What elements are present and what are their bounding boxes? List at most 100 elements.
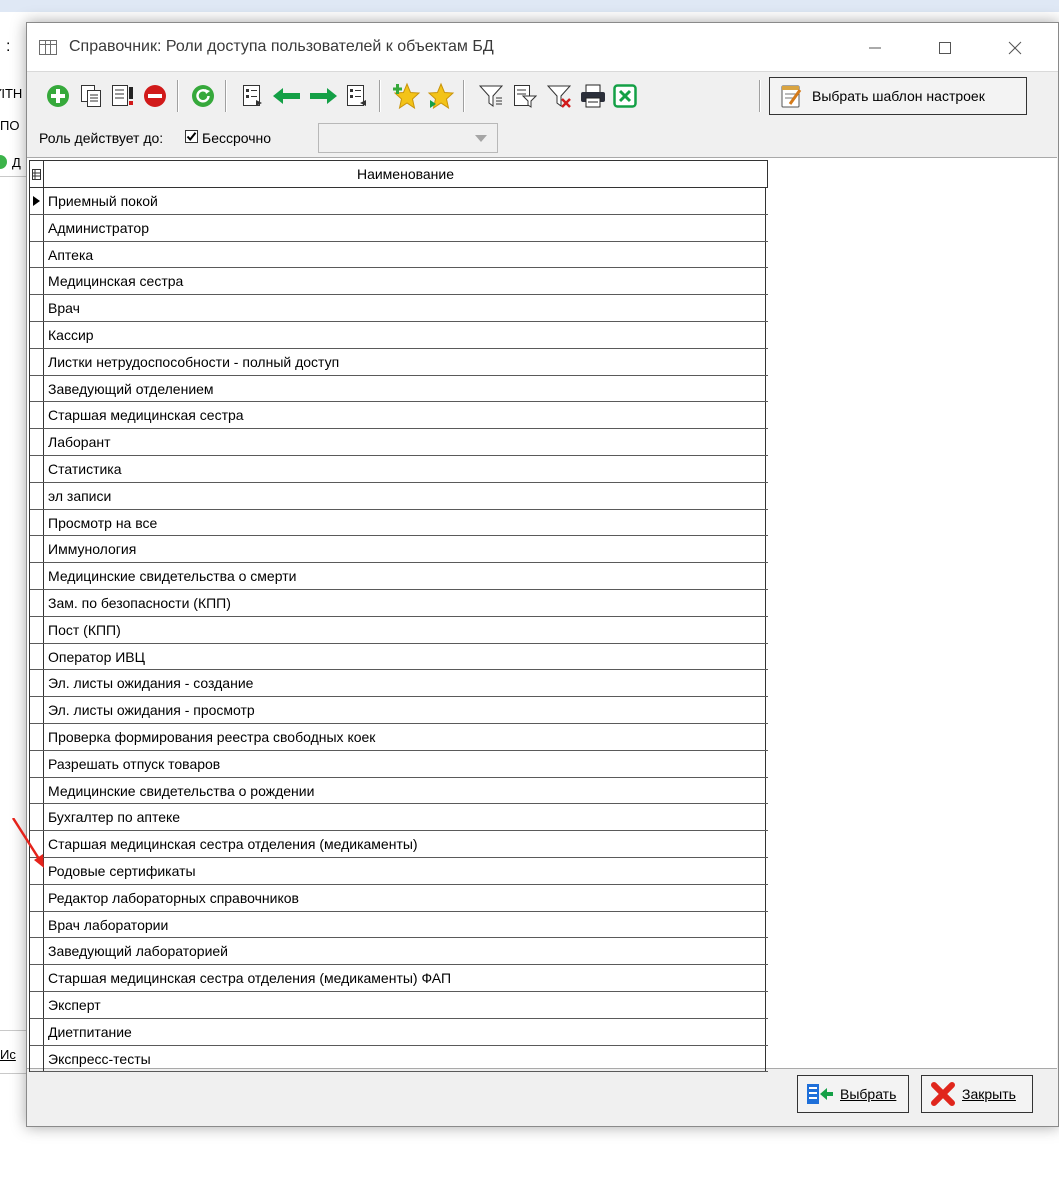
row-indicator[interactable] (30, 589, 44, 616)
row-indicator[interactable] (30, 911, 44, 938)
row-indicator[interactable] (30, 777, 44, 804)
table-row[interactable]: Эл. листы ожидания - просмотр (30, 697, 768, 724)
table-row[interactable]: Администратор (30, 214, 768, 242)
table-row[interactable]: Приемный покой (30, 188, 768, 215)
table-row[interactable]: Медицинская сестра (30, 268, 768, 296)
row-indicator[interactable] (30, 723, 44, 750)
table-row[interactable]: Разрешать отпуск товаров (30, 750, 768, 778)
table-row[interactable]: Медицинские свидетельства о рождении (30, 777, 768, 805)
row-indicator[interactable] (30, 1018, 44, 1045)
role-name-cell: Медицинские свидетельства о смерти (48, 563, 766, 589)
row-indicator[interactable] (30, 750, 44, 777)
table-row[interactable]: Аптека (30, 241, 768, 269)
row-indicator[interactable] (30, 965, 44, 991)
row-indicator[interactable] (30, 884, 44, 911)
roles-grid-area: Наименование Приемный покой Администратор… (27, 157, 1057, 1073)
close-window-button[interactable] (990, 31, 1040, 65)
row-indicator[interactable] (30, 670, 44, 697)
edit-button[interactable] (109, 82, 137, 110)
table-row[interactable]: Заведующий лабораторией (30, 938, 768, 966)
table-row[interactable]: Бухгалтер по аптеке (30, 804, 768, 832)
row-indicator[interactable] (30, 697, 44, 723)
table-row[interactable]: Врач лаборатории (30, 911, 768, 939)
row-indicator[interactable] (30, 1045, 44, 1072)
table-row[interactable]: Кассир (30, 321, 768, 349)
delete-button[interactable] (141, 82, 169, 110)
row-indicator[interactable] (30, 321, 44, 348)
row-indicator[interactable] (30, 991, 44, 1018)
row-indicator[interactable] (30, 375, 44, 402)
column-chooser-button[interactable] (30, 161, 44, 187)
favorites-button[interactable] (427, 82, 455, 110)
close-button[interactable]: Закрыть (921, 1075, 1033, 1113)
table-row[interactable]: Врач (30, 295, 768, 322)
table-row[interactable]: Эксперт (30, 991, 768, 1019)
table-row[interactable]: Старшая медицинская сестра (30, 402, 768, 430)
filter-edit-button[interactable] (511, 82, 539, 110)
column-header-name[interactable]: Наименование (44, 161, 768, 187)
row-indicator[interactable] (30, 455, 44, 482)
row-indicator[interactable] (30, 214, 44, 241)
move-left-button[interactable] (273, 82, 301, 110)
filter-button[interactable] (477, 82, 505, 110)
table-row[interactable]: Иммунология (30, 536, 768, 564)
row-indicator[interactable] (30, 348, 44, 375)
row-indicator[interactable] (30, 643, 44, 670)
row-indicator[interactable] (30, 509, 44, 536)
table-row[interactable]: Медицинские свидетельства о смерти (30, 563, 768, 590)
table-row[interactable]: Заведующий отделением (30, 375, 768, 403)
row-indicator[interactable] (30, 938, 44, 965)
table-row[interactable]: Статистика (30, 455, 768, 483)
row-indicator[interactable] (30, 241, 44, 268)
export-excel-button[interactable] (611, 82, 639, 110)
table-row[interactable]: Родовые сертификаты (30, 857, 768, 885)
table-row[interactable]: Оператор ИВЦ (30, 643, 768, 671)
background-fragment: Ис (0, 1047, 16, 1062)
row-indicator[interactable] (30, 482, 44, 509)
row-indicator[interactable] (30, 429, 44, 455)
table-row[interactable]: Лаборант (30, 429, 768, 456)
role-name-cell: Эл. листы ожидания - просмотр (48, 697, 766, 723)
expand-button[interactable] (239, 82, 267, 110)
unlimited-label[interactable]: Бессрочно (202, 130, 271, 146)
row-indicator[interactable] (30, 563, 44, 589)
table-row[interactable]: эл записи (30, 482, 768, 510)
copy-button[interactable] (77, 82, 105, 110)
row-indicator[interactable] (30, 536, 44, 563)
row-indicator[interactable] (30, 295, 44, 321)
select-button[interactable]: Выбрать (797, 1075, 909, 1113)
role-name-cell: Заведующий отделением (48, 375, 766, 402)
filter-clear-button[interactable] (545, 82, 573, 110)
row-indicator[interactable] (30, 188, 44, 214)
print-button[interactable] (579, 82, 607, 110)
move-right-button[interactable] (309, 82, 337, 110)
role-options-bar: Роль действует до: Бессрочно (27, 121, 1058, 155)
dialog-titlebar[interactable]: Справочник: Роли доступа пользователей к… (27, 23, 1058, 71)
choose-template-button[interactable]: Выбрать шаблон настроек (769, 77, 1027, 115)
table-row[interactable]: Зам. по безопасности (КПП) (30, 589, 768, 617)
table-row[interactable]: Листки нетрудоспособности - полный досту… (30, 348, 768, 376)
table-row[interactable]: Проверка формирования реестра свободных … (30, 723, 768, 751)
row-indicator[interactable] (30, 616, 44, 643)
collapse-button[interactable] (343, 82, 371, 110)
table-row[interactable]: Эл. листы ожидания - создание (30, 670, 768, 698)
table-row[interactable]: Старшая медицинская сестра отделения (ме… (30, 831, 768, 858)
row-indicator[interactable] (30, 831, 44, 857)
add-button[interactable] (44, 82, 72, 110)
row-indicator[interactable] (30, 857, 44, 884)
add-favorite-button[interactable] (393, 82, 421, 110)
table-row[interactable]: Старшая медицинская сестра отделения (ме… (30, 965, 768, 992)
table-row[interactable]: Диетпитание (30, 1018, 768, 1046)
table-row[interactable]: Редактор лабораторных справочников (30, 884, 768, 912)
row-indicator[interactable] (30, 402, 44, 429)
role-name-cell: Диетпитание (48, 1018, 766, 1045)
minimize-button[interactable] (850, 31, 900, 65)
table-row[interactable]: Пост (КПП) (30, 616, 768, 644)
row-indicator[interactable] (30, 268, 44, 295)
refresh-button[interactable] (189, 82, 217, 110)
maximize-button[interactable] (920, 31, 970, 65)
valid-until-date-select[interactable] (318, 123, 498, 153)
table-row[interactable]: Просмотр на все (30, 509, 768, 537)
unlimited-checkbox[interactable] (185, 130, 198, 143)
row-indicator[interactable] (30, 804, 44, 831)
